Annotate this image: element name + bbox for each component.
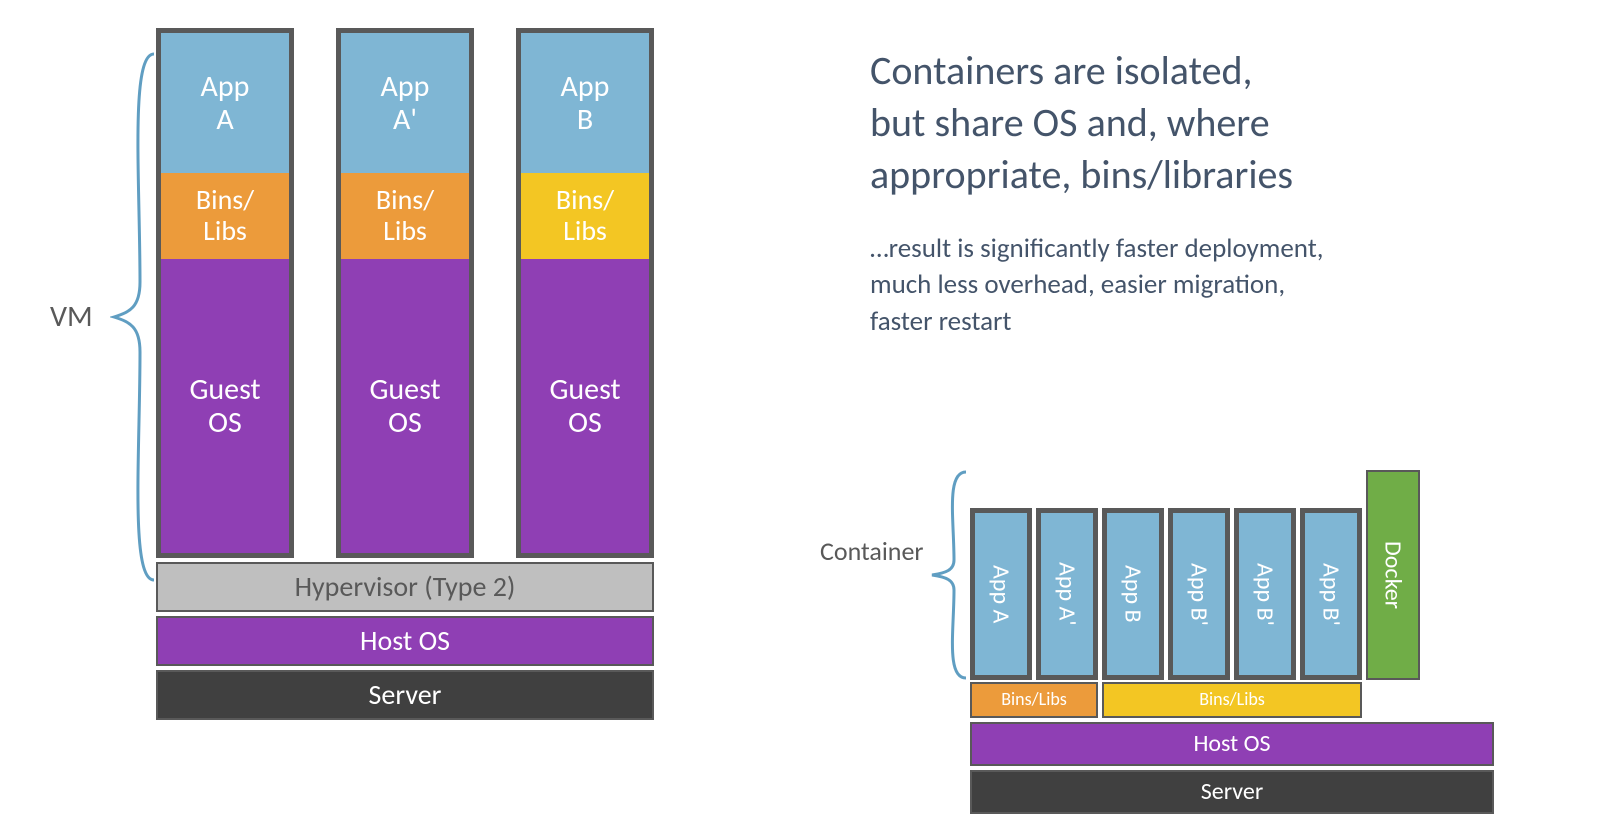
container-bins-box: Bins/Libs bbox=[970, 682, 1098, 718]
vm-bins-box: Bins/Libs bbox=[161, 173, 289, 259]
vm-diagram: VM AppA Bins/Libs GuestOS AppA' Bins/Lib… bbox=[50, 28, 654, 720]
vm-label: VM bbox=[50, 298, 93, 335]
description-text: Containers are isolated,but share OS and… bbox=[870, 45, 1520, 340]
vm-columns: AppA Bins/Libs GuestOS AppA' Bins/Libs G… bbox=[156, 28, 654, 558]
vm-column: AppB Bins/Libs GuestOS bbox=[516, 28, 654, 558]
container-label: Container bbox=[820, 535, 923, 567]
docker-box: Docker bbox=[1366, 470, 1420, 680]
container-app-box: App B' bbox=[1234, 508, 1296, 680]
container-app-box: App B bbox=[1102, 508, 1164, 680]
vm-bins-box: Bins/Libs bbox=[341, 173, 469, 259]
vm-hostos-box: Host OS bbox=[156, 616, 654, 666]
vm-guest-box: GuestOS bbox=[341, 259, 469, 553]
container-apps-row: App A App A' App B App B' App B' App B' … bbox=[970, 470, 1494, 680]
container-brace-icon bbox=[928, 470, 968, 680]
container-bins-box: Bins/Libs bbox=[1102, 682, 1362, 718]
vm-column: AppA' Bins/Libs GuestOS bbox=[336, 28, 474, 558]
container-app-box: App A bbox=[970, 508, 1032, 680]
vm-guest-box: GuestOS bbox=[521, 259, 649, 553]
vm-column: AppA Bins/Libs GuestOS bbox=[156, 28, 294, 558]
container-app-box: App B' bbox=[1168, 508, 1230, 680]
container-app-box: App A' bbox=[1036, 508, 1098, 680]
vm-brace-icon bbox=[110, 52, 156, 582]
vm-app-box: AppA' bbox=[341, 33, 469, 173]
container-stack: App A App A' App B App B' App B' App B' … bbox=[970, 470, 1494, 814]
description-sub: …result is significantly faster deployme… bbox=[870, 231, 1520, 340]
container-app-box: App B' bbox=[1300, 508, 1362, 680]
vm-base-stack: Hypervisor (Type 2) Host OS Server bbox=[156, 562, 654, 720]
vm-hypervisor-box: Hypervisor (Type 2) bbox=[156, 562, 654, 612]
vm-app-box: AppB bbox=[521, 33, 649, 173]
description-heading: Containers are isolated,but share OS and… bbox=[870, 45, 1520, 201]
vm-app-box: AppA bbox=[161, 33, 289, 173]
container-bins-row: Bins/Libs Bins/Libs bbox=[970, 682, 1494, 718]
vm-guest-box: GuestOS bbox=[161, 259, 289, 553]
container-hostos-box: Host OS bbox=[970, 722, 1494, 766]
vm-server-box: Server bbox=[156, 670, 654, 720]
vm-bins-box: Bins/Libs bbox=[521, 173, 649, 259]
container-server-box: Server bbox=[970, 770, 1494, 814]
